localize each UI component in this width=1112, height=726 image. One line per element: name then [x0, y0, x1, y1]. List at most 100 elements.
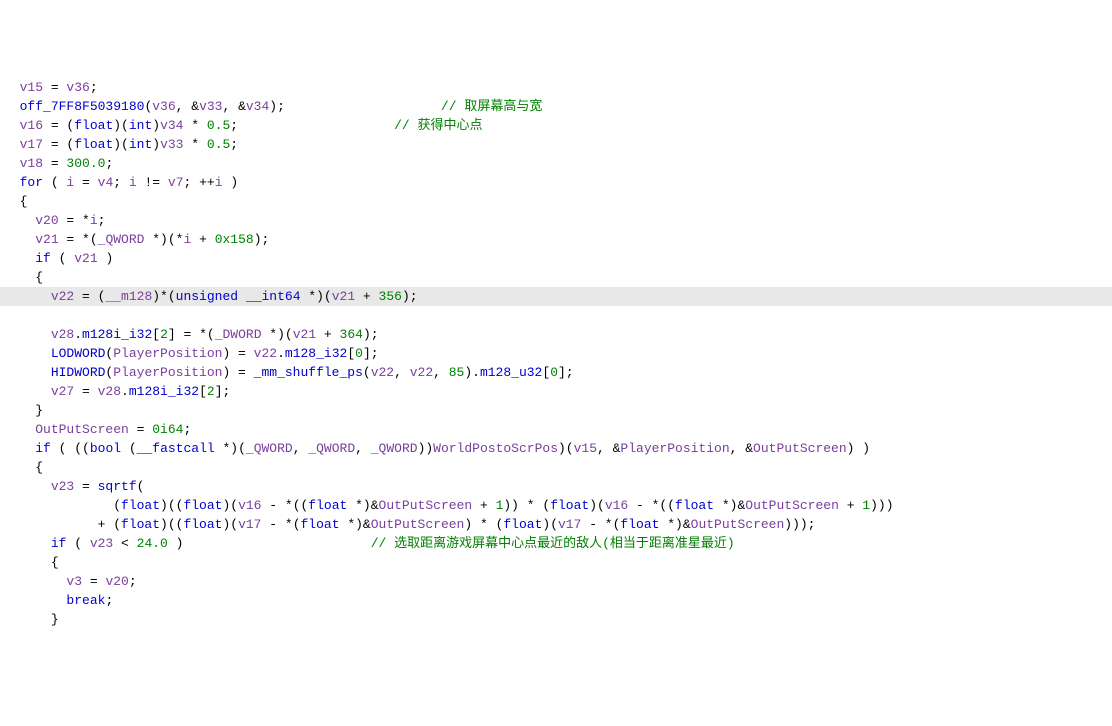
- token-num: 0i64: [152, 422, 183, 437]
- token-op: .: [74, 327, 82, 342]
- token-op: - *((: [261, 498, 308, 513]
- token-op: !=: [137, 175, 168, 190]
- token-op: ];: [215, 384, 231, 399]
- token-op: =: [43, 80, 66, 95]
- token-var: WorldPostoScrPos: [433, 441, 558, 456]
- token-op: ;: [113, 175, 129, 190]
- code-line[interactable]: HIDWORD(PlayerPosition) = _mm_shuffle_ps…: [4, 365, 574, 380]
- code-line[interactable]: v15 = v36;: [4, 80, 98, 95]
- code-line[interactable]: v23 = sqrtf(: [4, 479, 144, 494]
- code-line[interactable]: }: [4, 403, 43, 418]
- token-var: v16: [238, 498, 261, 513]
- token-type: float: [74, 118, 113, 133]
- code-line[interactable]: off_7FF8F5039180(v36, &v33, &v34); // 取屏…: [4, 99, 542, 114]
- token-type: unsigned: [176, 289, 238, 304]
- token-var: v34: [246, 99, 269, 114]
- code-line[interactable]: break;: [4, 593, 113, 608]
- code-line[interactable]: v16 = (float)(int)v34 * 0.5; // 获得中心点: [4, 118, 483, 133]
- code-line[interactable]: }: [4, 612, 59, 627]
- code-line[interactable]: {: [4, 194, 27, 209]
- code-line[interactable]: v28.m128i_i32[2] = *(_DWORD *)(v21 + 364…: [4, 327, 379, 342]
- token-num: 0: [355, 346, 363, 361]
- token-var: v17: [20, 137, 43, 152]
- token-op: {: [51, 555, 59, 570]
- code-line[interactable]: if ( ((bool (__fastcall *)(_QWORD, _QWOR…: [4, 441, 870, 456]
- token-kw: if: [35, 441, 51, 456]
- token-op: *)&: [659, 517, 690, 532]
- code-editor[interactable]: v15 = v36; off_7FF8F5039180(v36, &v33, &…: [0, 76, 1112, 631]
- token-num: 364: [340, 327, 363, 342]
- code-line[interactable]: + (float)((float)(v17 - *(float *)&OutPu…: [4, 517, 816, 532]
- token-op: ): [152, 118, 160, 133]
- token-op: =: [129, 422, 152, 437]
- token-type: float: [301, 517, 340, 532]
- token-op: *)(*: [144, 232, 183, 247]
- token-type: float: [675, 498, 714, 513]
- token-var: v22: [51, 289, 74, 304]
- token-op: .: [121, 384, 129, 399]
- code-line[interactable]: {: [4, 270, 43, 285]
- code-line[interactable]: (float)((float)(v16 - *((float *)&OutPut…: [4, 498, 894, 513]
- token-var: v27: [51, 384, 74, 399]
- token-var: v20: [105, 574, 128, 589]
- token-op: ;: [98, 213, 106, 228]
- token-op: =: [82, 574, 105, 589]
- token-type: float: [183, 498, 222, 513]
- token-op: ;: [105, 593, 113, 608]
- token-op: =: [74, 175, 97, 190]
- token-var: PlayerPosition: [620, 441, 729, 456]
- code-line[interactable]: v17 = (float)(int)v33 * 0.5;: [4, 137, 238, 152]
- token-num: 300.0: [66, 156, 105, 171]
- token-op: (: [66, 536, 89, 551]
- token-op: ;: [230, 137, 238, 152]
- code-line[interactable]: LODWORD(PlayerPosition) = v22.m128_i32[0…: [4, 346, 379, 361]
- code-line[interactable]: OutPutScreen = 0i64;: [4, 422, 191, 437]
- token-var: v33: [199, 99, 222, 114]
- token-field: m128_u32: [480, 365, 542, 380]
- token-var: v15: [574, 441, 597, 456]
- code-line[interactable]: {: [4, 555, 59, 570]
- token-op: +: [191, 232, 214, 247]
- code-line[interactable]: {: [4, 460, 43, 475]
- token-var: v4: [98, 175, 114, 190]
- token-var: v16: [605, 498, 628, 513]
- token-var: v17: [558, 517, 581, 532]
- token-op: );: [363, 327, 379, 342]
- token-type2: _QWORD: [246, 441, 293, 456]
- token-var: v28: [98, 384, 121, 399]
- code-line[interactable]: v3 = v20;: [4, 574, 137, 589]
- code-line[interactable]: v22 = (__m128)*(unsigned __int64 *)(v21 …: [0, 287, 1112, 306]
- token-type: float: [620, 517, 659, 532]
- code-line[interactable]: for ( i = v4; i != v7; ++i ): [4, 175, 238, 190]
- token-var: OutPutScreen: [379, 498, 473, 513]
- token-var: i: [129, 175, 137, 190]
- token-op: ;: [129, 574, 137, 589]
- token-op: )(: [222, 517, 238, 532]
- token-var: v21: [332, 289, 355, 304]
- token-op: )*(: [152, 289, 175, 304]
- code-line[interactable]: v20 = *i;: [4, 213, 105, 228]
- token-op: ,: [293, 441, 309, 456]
- token-op: *)(: [262, 327, 293, 342]
- token-op: {: [35, 270, 43, 285]
- token-var: v21: [74, 251, 97, 266]
- code-line[interactable]: v27 = v28.m128i_i32[2];: [4, 384, 230, 399]
- token-num: 0: [550, 365, 558, 380]
- token-op: = *: [59, 213, 90, 228]
- token-func: _mm_shuffle_ps: [254, 365, 363, 380]
- code-line[interactable]: if ( v23 < 24.0 ) // 选取距离游戏屏幕中心点最近的敌人(相当…: [4, 536, 735, 551]
- token-var: v15: [20, 80, 43, 95]
- token-op: )) * (: [503, 498, 550, 513]
- token-var: v36: [152, 99, 175, 114]
- token-op: )(: [558, 441, 574, 456]
- token-kw: for: [20, 175, 43, 190]
- code-line[interactable]: v21 = *(_QWORD *)(*i + 0x158);: [4, 232, 269, 247]
- token-type: float: [550, 498, 589, 513]
- token-var: v3: [66, 574, 82, 589]
- code-line[interactable]: if ( v21 ): [4, 251, 113, 266]
- code-line[interactable]: v18 = 300.0;: [4, 156, 113, 171]
- token-var: OutPutScreen: [745, 498, 839, 513]
- token-num: 85: [449, 365, 465, 380]
- token-var: v33: [160, 137, 183, 152]
- token-op: ).: [464, 365, 480, 380]
